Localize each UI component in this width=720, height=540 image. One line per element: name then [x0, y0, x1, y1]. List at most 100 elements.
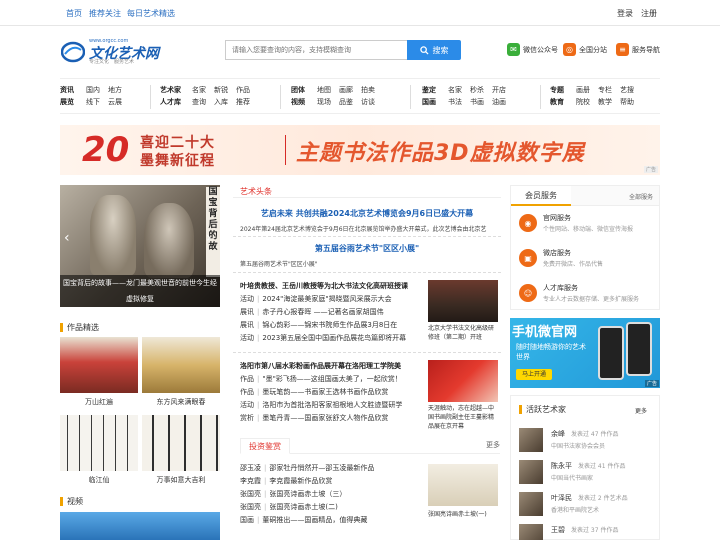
nav-item[interactable]: 作品 — [236, 84, 250, 96]
artist-item[interactable]: 王碧 发表过 37 件作品 — [519, 522, 659, 540]
invest-item[interactable]: 李克霞 | 李克霞最新作品欣赏 — [240, 475, 424, 488]
login-link[interactable]: 登录 — [617, 8, 633, 19]
nav-item[interactable]: 画廊 — [339, 84, 353, 96]
member-services-title[interactable]: 会员服务 — [511, 186, 571, 206]
mobile-site-ad[interactable]: 手机微官网 随时随地畅游你的艺术世界 马上开通 广告 — [510, 318, 660, 388]
top-link-home[interactable]: 首页 — [66, 8, 82, 19]
nav-head-video[interactable]: 视频 — [291, 96, 309, 108]
all-services-link[interactable]: 全部服务 — [629, 192, 653, 201]
slider-caption-2[interactable]: 虚拟修复 — [60, 291, 220, 307]
nav-item[interactable]: 拍卖 — [361, 84, 375, 96]
search-input[interactable] — [226, 41, 408, 59]
nav-item[interactable]: 名家 — [192, 84, 206, 96]
nav-item[interactable]: 推荐 — [236, 96, 250, 108]
news-photo-1-caption[interactable]: 北京大学书法文化高级研修班（第二期）开班 — [428, 324, 498, 342]
nav-item[interactable]: 教学 — [598, 96, 612, 108]
work-caption[interactable]: 万山红遍 — [60, 397, 138, 407]
invest-item[interactable]: 邵玉凌 | 邵家牡丹悄然开—邵玉凌最新作品 — [240, 462, 424, 475]
artist-item[interactable]: 陈永平 发表过 41 件作品 中国当代书画家 — [519, 458, 659, 486]
news-photo-2[interactable] — [428, 360, 498, 402]
nav-item[interactable]: 书画 — [470, 96, 484, 108]
nav-head-exhibition[interactable]: 展览 — [60, 96, 78, 108]
national-branches-link[interactable]: ◎ 全国分站 — [563, 43, 607, 56]
work-caption[interactable]: 临江仙 — [60, 475, 138, 485]
nav-item[interactable]: 油画 — [492, 96, 506, 108]
work-thumb-2[interactable] — [142, 337, 220, 393]
nav-item[interactable]: 地方 — [108, 84, 122, 96]
news-item[interactable]: 活动 | 2023第五届全国中国画作品展花鸟篇即将开幕 — [240, 332, 424, 345]
slider-prev-icon[interactable]: ‹ — [64, 230, 70, 246]
nav-item[interactable]: 书法 — [448, 96, 462, 108]
work-caption[interactable]: 东方风来满眼春 — [142, 397, 220, 407]
nav-head-groups[interactable]: 团体 — [291, 84, 309, 96]
headline-lead-2[interactable]: 第五届谷雨艺术节"区区小展" — [233, 243, 501, 254]
news-item[interactable]: 展讯 | 赤子丹心报春晖 ——记著名画家胡国伟 — [240, 306, 424, 319]
top-banner-ad[interactable]: 20 喜迎二十大 墨舞新征程 主题书法作品3D虚拟数字展 广告 — [60, 125, 660, 175]
register-link[interactable]: 注册 — [641, 8, 657, 19]
site-logo[interactable]: www.orgcc.com 文化艺术网 专注文化 服务艺术 — [61, 38, 161, 66]
open-now-button[interactable]: 马上开通 — [516, 369, 552, 380]
news-item[interactable]: 赏析 | 墨笔丹青——国画家张舒文人物作品欣赏 — [240, 412, 424, 425]
nav-item[interactable]: 开店 — [492, 84, 506, 96]
news-item[interactable]: 作品 | 墨玩笔韵——书画家王选林书画作品欣赏 — [240, 386, 424, 399]
service-microshop[interactable]: ▣ 微店服务 免费开微店、作品代售 — [519, 248, 659, 274]
nav-head-artists[interactable]: 艺术家 — [160, 84, 184, 96]
work-caption[interactable]: 万事如意大吉利 — [142, 475, 220, 485]
invest-photo-caption[interactable]: 张国亮诗画赤土坡(一) — [428, 510, 500, 520]
work-thumb-3[interactable] — [60, 415, 138, 471]
tab-invest[interactable]: 投资鉴赏 — [240, 438, 290, 454]
artist-item[interactable]: 余峰 发表过 47 件作品 中国书法家协会会员 — [519, 426, 659, 454]
nav-item[interactable]: 名家 — [448, 84, 462, 96]
news-photo-2-caption[interactable]: 天涯触动，志在超越—中国书画院副主任王蔓影精品展在京开幕 — [428, 404, 498, 431]
nav-item[interactable]: 线下 — [86, 96, 100, 108]
slider-next-icon[interactable]: › — [206, 230, 212, 246]
nav-item[interactable]: 帮助 — [620, 96, 634, 108]
service-talent[interactable]: ☺ 人才库服务 专业人才云数据存储、更多扩展服务 — [519, 283, 659, 309]
invest-photo[interactable] — [428, 464, 498, 506]
search-button[interactable]: 搜索 — [407, 40, 461, 60]
news-lead[interactable]: 洛阳市第八届水彩粉画作品展开幕在洛阳理工学院美 — [240, 360, 424, 373]
invest-more-link[interactable]: 更多 — [486, 440, 500, 450]
service-nav-link[interactable]: ≡ 服务导航 — [616, 43, 660, 56]
top-link-daily[interactable]: 每日艺术精选 — [127, 8, 175, 19]
nav-item[interactable]: 云展 — [108, 96, 122, 108]
video-thumb[interactable] — [60, 512, 220, 540]
slider-caption[interactable]: 国宝背后的故事——龙门最美观世音的前世今生经 — [60, 275, 220, 291]
work-thumb-4[interactable] — [142, 415, 220, 471]
nav-item[interactable]: 院校 — [576, 96, 590, 108]
nav-item[interactable]: 查询 — [192, 96, 206, 108]
image-slider[interactable]: 国宝背后的故 ‹ › 国宝背后的故事——龙门最美观世音的前世今生经 虚拟修复 — [60, 185, 220, 307]
nav-head-talent[interactable]: 人才库 — [160, 96, 184, 108]
news-photo-1[interactable] — [428, 280, 498, 322]
nav-head-appraisal[interactable]: 鉴定 — [422, 84, 440, 96]
invest-item[interactable]: 国画 | 董硐推出——国画精品，值得典藏 — [240, 514, 424, 527]
nav-item[interactable]: 访谈 — [361, 96, 375, 108]
nav-head-painting[interactable]: 国画 — [422, 96, 440, 108]
news-item[interactable]: 展讯 | 锦心韵彩——锦宋书院师生作品展3月8日在 — [240, 319, 424, 332]
nav-item[interactable]: 现场 — [317, 96, 331, 108]
wechat-account-link[interactable]: ✉ 微信公众号 — [507, 43, 558, 56]
news-item[interactable]: 活动 | 洛阳市为首批洛阳客家祖根地人文胜迹暨研学 — [240, 399, 424, 412]
top-link-follow[interactable]: 推荐关注 — [89, 8, 121, 19]
news-lead[interactable]: 叶培贵教授、王岳川教授等为北大书法文化高研班授课 — [240, 280, 424, 293]
nav-item[interactable]: 画册 — [576, 84, 590, 96]
nav-item[interactable]: 专栏 — [598, 84, 612, 96]
nav-item[interactable]: 品鉴 — [339, 96, 353, 108]
artists-more-link[interactable]: 更多 — [635, 406, 647, 415]
headline-lead-1[interactable]: 艺启未来 共创共融2024北京艺术博览会9月6日已盛大开幕 — [233, 208, 501, 219]
invest-item[interactable]: 张国亮 | 张国亮诗画赤土坡（三） — [240, 488, 424, 501]
nav-item[interactable]: 秒杀 — [470, 84, 484, 96]
nav-head-education[interactable]: 教育 — [550, 96, 568, 108]
nav-head-topics[interactable]: 专题 — [550, 84, 568, 96]
nav-head-news[interactable]: 资讯 — [60, 84, 78, 96]
news-item[interactable]: 活动 | 2024"海淀最美家庭"揭晓暨风采展示大会 — [240, 293, 424, 306]
work-thumb-1[interactable] — [60, 337, 138, 393]
nav-item[interactable]: 入库 — [214, 96, 228, 108]
nav-item[interactable]: 地图 — [317, 84, 331, 96]
invest-item[interactable]: 张国亮 | 张国亮诗画赤土坡(二) — [240, 501, 424, 514]
news-item[interactable]: 作品 | "墨"彩飞扬——这组国画太美了，一起欣赏！ — [240, 373, 424, 386]
artist-item[interactable]: 叶泽民 发表过 2 件艺术品 香港和平画院艺术 — [519, 490, 659, 518]
nav-item[interactable]: 新锐 — [214, 84, 228, 96]
nav-item[interactable]: 国内 — [86, 84, 100, 96]
service-website[interactable]: ◉ 官网服务 个性网站、移动端、微信宣传海报 — [519, 213, 659, 239]
